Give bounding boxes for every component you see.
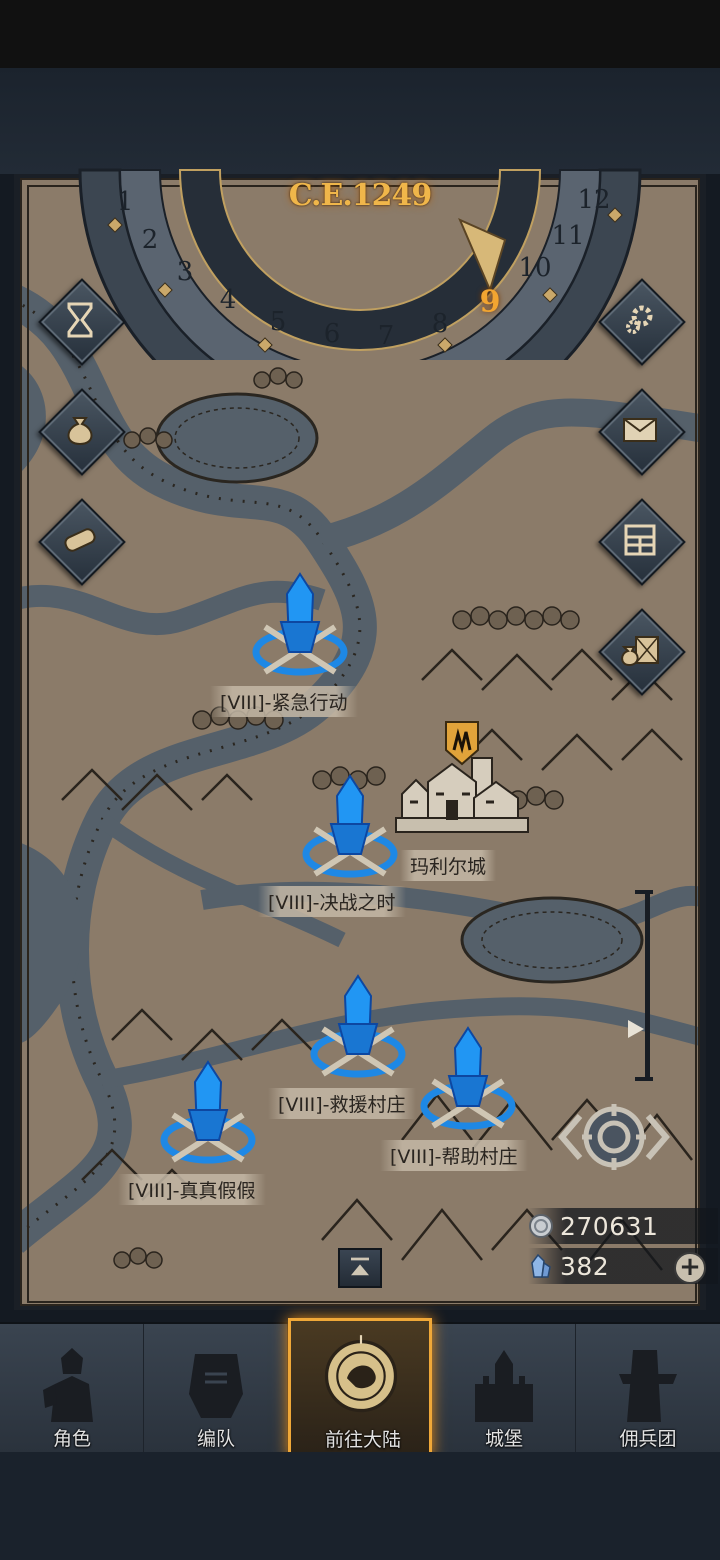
mercenary-icon	[619, 1350, 677, 1422]
mail-icon	[610, 400, 670, 460]
money-bag-icon	[50, 400, 110, 460]
month-1: 1	[116, 187, 134, 217]
mission-label-3: [VIII]-救援村庄	[268, 1088, 416, 1119]
tab-formation[interactable]: 编队	[144, 1324, 288, 1454]
gear-icon	[610, 290, 670, 350]
tab-label: 编队	[196, 1428, 235, 1450]
crystal-icon	[531, 1253, 551, 1278]
zoom-cap-top	[635, 890, 653, 894]
month-6: 6	[323, 319, 341, 349]
crystal-amount: 382	[560, 1251, 610, 1281]
mission-marker-3[interactable]	[303, 974, 413, 1084]
knight-icon	[43, 1348, 93, 1422]
month-5: 5	[269, 307, 287, 337]
month-3: 3	[176, 257, 194, 287]
month-11: 11	[551, 221, 585, 251]
compass-icon	[324, 1335, 398, 1413]
month-10: 10	[518, 253, 552, 283]
tab-character[interactable]: 角色	[0, 1324, 144, 1454]
add-crystal-button[interactable]: +	[674, 1252, 706, 1284]
locate-button[interactable]	[556, 1102, 672, 1172]
month-8: 8	[431, 309, 449, 339]
mission-marker-5[interactable]	[153, 1060, 263, 1170]
city-label: 玛利尔城	[400, 850, 497, 881]
tab-mercenary[interactable]: 佣兵团	[576, 1324, 720, 1454]
month-9-current: 9	[479, 284, 501, 320]
month-12: 12	[577, 185, 611, 215]
zoom-cap-bottom	[635, 1077, 653, 1081]
bottom-band	[0, 1452, 720, 1560]
tab-castle[interactable]: 城堡	[432, 1324, 576, 1454]
mission-label-1: [VIII]-紧急行动	[210, 686, 358, 717]
zoom-slider[interactable]	[645, 892, 650, 1080]
silver-amount: 270631	[560, 1211, 659, 1241]
mission-label-4: [VIII]-帮助村庄	[380, 1140, 528, 1171]
silver-coin-icon	[529, 1214, 553, 1238]
mission-label-5: [VIII]-真真假假	[118, 1174, 266, 1205]
status-bar	[0, 0, 720, 68]
scroll-icon	[50, 510, 110, 570]
helmet-icon	[189, 1354, 243, 1418]
zoom-handle[interactable]	[628, 1020, 644, 1038]
tab-label: 前往大陆	[324, 1429, 401, 1451]
supplies-icon	[610, 620, 670, 680]
month-4: 4	[219, 285, 237, 315]
mission-label-2: [VIII]-决战之时	[258, 886, 406, 917]
bottom-nav: 角色 编队 前往大陆 城堡 佣兵团	[0, 1318, 720, 1458]
castle-icon	[475, 1350, 533, 1422]
mission-marker-4[interactable]	[413, 1026, 523, 1136]
silver-resource: 270631	[528, 1208, 718, 1244]
city-castle[interactable]	[392, 720, 532, 850]
tab-label: 城堡	[484, 1428, 523, 1450]
mission-marker-2[interactable]	[295, 774, 405, 884]
hourglass-icon	[50, 290, 110, 350]
month-7: 7	[377, 321, 395, 351]
tab-label: 佣兵团	[619, 1428, 677, 1450]
board-icon	[610, 510, 670, 570]
month-2: 2	[141, 225, 159, 255]
year-label: C.E.1249	[288, 178, 433, 213]
tab-continent[interactable]: 前往大陆	[288, 1318, 432, 1458]
tab-label: 角色	[52, 1428, 91, 1450]
collapse-button[interactable]	[338, 1248, 382, 1288]
mission-marker-1[interactable]	[245, 572, 355, 682]
